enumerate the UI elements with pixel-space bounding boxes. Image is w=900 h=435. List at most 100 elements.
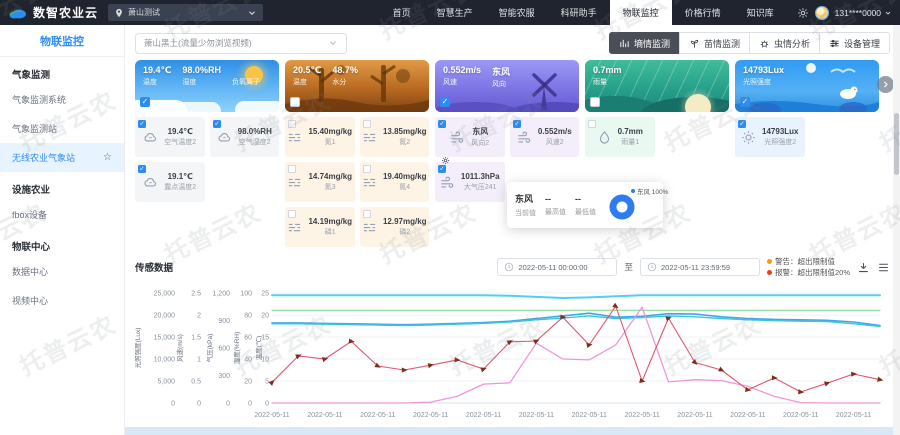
card-checkbox[interactable]: ✓ — [740, 97, 750, 107]
metric-value: 20.5℃ — [293, 65, 321, 76]
settings-gear-icon[interactable] — [797, 7, 809, 19]
user-phone-text: 131****0000 — [835, 8, 881, 18]
y-tick-label: 100 — [240, 290, 252, 297]
wind-direction-marker — [402, 367, 408, 372]
tile-checkbox[interactable]: ✓ — [738, 120, 746, 128]
tile-label: 氮2 — [383, 137, 427, 147]
favorite-star-icon[interactable]: ☆ — [103, 152, 112, 163]
nav-item-2[interactable]: 智能农服 — [486, 0, 548, 25]
tile-checkbox[interactable]: ✓ — [138, 120, 146, 128]
tile-label: 雨量1 — [618, 137, 643, 147]
card-checkbox[interactable] — [290, 97, 300, 107]
card-checkbox[interactable]: ✓ — [440, 97, 450, 107]
tile-text: 1011.3hPa大气压241 — [461, 172, 500, 192]
sensor-tile-风向2: ✓东风风向2 — [435, 117, 505, 157]
tile-checkbox[interactable] — [288, 120, 296, 128]
y-axis-name: 湿度(%RH) — [232, 331, 241, 364]
vertical-scrollbar[interactable] — [893, 25, 900, 435]
station-select[interactable]: 萧山黑土(流量少勿浏览视频) — [135, 33, 347, 54]
tile-checkbox[interactable]: ✓ — [438, 165, 446, 173]
sidebar-item-label: fbox设备 — [12, 208, 47, 221]
metric-value: 98.0%RH — [182, 65, 221, 76]
sidebar-item-气象监测系统[interactable]: 气象监测系统 — [0, 85, 124, 114]
sun-icon — [741, 130, 756, 145]
card-metric: 20.5℃温度 — [293, 65, 321, 87]
tile-checkbox[interactable] — [363, 120, 371, 128]
card-checkbox[interactable] — [590, 97, 600, 107]
weather-card-soil[interactable]: 20.5℃温度48.7%水分 — [285, 60, 429, 112]
tile-value: 14793Lux — [762, 127, 798, 136]
sidebar-item-fbox设备[interactable]: fbox设备 — [0, 200, 124, 229]
card-metrics: 0.552m/s风速东风风向 — [443, 65, 510, 89]
nav-item-4[interactable]: 物联监控 — [610, 0, 672, 25]
tile-value: 19.4℃ — [164, 127, 196, 136]
tile-settings-gear-icon[interactable] — [441, 156, 450, 165]
sidebar-item-label: 数据中心 — [12, 265, 48, 278]
tile-checkbox[interactable]: ✓ — [438, 120, 446, 128]
cloud-icon — [143, 175, 158, 190]
nav-item-3[interactable]: 科研助手 — [548, 0, 610, 25]
sidebar-item-无线农业气象站[interactable]: 无线农业气象站☆ — [0, 143, 124, 172]
toolbar-button-苗情监测[interactable]: 苗情监测 — [679, 32, 750, 54]
scrollbar-thumb[interactable] — [894, 113, 899, 175]
sidebar-item-视频中心[interactable]: 视频中心 — [0, 286, 124, 315]
sidebar-item-label: 气象监测系统 — [12, 93, 66, 106]
sidebar-item-气象监测站[interactable]: 气象监测站 — [0, 114, 124, 143]
user-menu[interactable]: 131****0000 — [835, 8, 892, 18]
nav-item-6[interactable]: 知识库 — [734, 0, 787, 25]
tile-value: 1011.3hPa — [461, 172, 500, 181]
x-axis-label: 2022-05-11 — [730, 412, 765, 419]
tile-checkbox[interactable] — [288, 165, 296, 173]
sensor-tile-氮3: 14.74mg/kg氮3 — [285, 162, 355, 202]
sidebar-title: 物联监控 — [0, 25, 124, 57]
y-tick-label: 60 — [244, 334, 252, 341]
sensor-tile-磷2: 12.97mg/kg磷2 — [360, 207, 430, 247]
tile-value: 14.74mg/kg — [308, 172, 352, 181]
weather-card-sky[interactable]: 19.4℃温度98.0%RH湿度负氧离子✓ — [135, 60, 279, 112]
y-tick-label: 80 — [244, 312, 252, 319]
tile-checkbox[interactable]: ✓ — [213, 120, 221, 128]
data-view-icon[interactable] — [877, 261, 890, 274]
avatar[interactable] — [815, 6, 829, 20]
wind-direction-marker — [798, 389, 804, 395]
tile-checkbox[interactable] — [363, 210, 371, 218]
wind-direction-marker — [454, 357, 460, 363]
carousel-next-button[interactable] — [877, 76, 894, 93]
y-tick-label: 1,200 — [212, 290, 230, 297]
tile-checkbox[interactable] — [588, 120, 596, 128]
y-axis-name: 光照强度(Lux) — [135, 327, 142, 368]
tile-text: 0.552m/s风速2 — [538, 127, 572, 147]
tile-label: 大气压241 — [461, 182, 500, 192]
nav-item-5[interactable]: 价格行情 — [672, 0, 734, 25]
tile-checkbox[interactable]: ✓ — [138, 165, 146, 173]
y-tick-label: 0.5 — [191, 378, 201, 385]
tile-checkbox[interactable] — [288, 210, 296, 218]
date-from-input[interactable]: 2022-05-11 00:00:00 — [497, 258, 617, 276]
toolbar-button-设备管理[interactable]: 设备管理 — [819, 32, 890, 54]
download-icon[interactable] — [857, 261, 870, 274]
nav-item-1[interactable]: 智慧生产 — [424, 0, 486, 25]
card-metrics: 14793Lux光照强度 — [743, 65, 784, 87]
card-checkbox[interactable]: ✓ — [140, 97, 150, 107]
horizontal-scroll-strip[interactable] — [125, 427, 893, 435]
toolbar-button-虫情分析[interactable]: 虫情分析 — [749, 32, 820, 54]
weather-card-rain[interactable]: 0.7mm雨量 — [585, 60, 729, 112]
y-tick-label: 20,000 — [154, 312, 176, 319]
toolbar-button-墒情监测[interactable]: 墒情监测 — [609, 32, 680, 54]
date-to-input[interactable]: 2022-05-11 23:59:59 — [640, 258, 760, 276]
tile-checkbox[interactable]: ✓ — [513, 120, 521, 128]
soil-layers-icon — [287, 175, 302, 190]
location-select[interactable]: 萧山测试 — [108, 4, 263, 21]
sensor-tile-氮1: 15.40mg/kg氮1 — [285, 117, 355, 157]
nav-item-0[interactable]: 首页 — [380, 0, 424, 25]
metric-label: 温度 — [143, 77, 171, 87]
weather-card-light[interactable]: 14793Lux光照强度 ✓ — [735, 60, 879, 112]
metric-value: 19.4℃ — [143, 65, 171, 76]
tile-checkbox[interactable] — [363, 165, 371, 173]
brand-logo-icon — [8, 6, 28, 20]
weather-card-wind[interactable]: 0.552m/s风速东风风向 ✓ — [435, 60, 579, 112]
clock-icon — [504, 262, 514, 272]
y-tick-label: 2.5 — [191, 290, 201, 297]
sidebar-item-数据中心[interactable]: 数据中心 — [0, 257, 124, 286]
sensor-chart: 05,00010,00015,00020,00025,000光照强度(Lux)0… — [135, 285, 890, 434]
